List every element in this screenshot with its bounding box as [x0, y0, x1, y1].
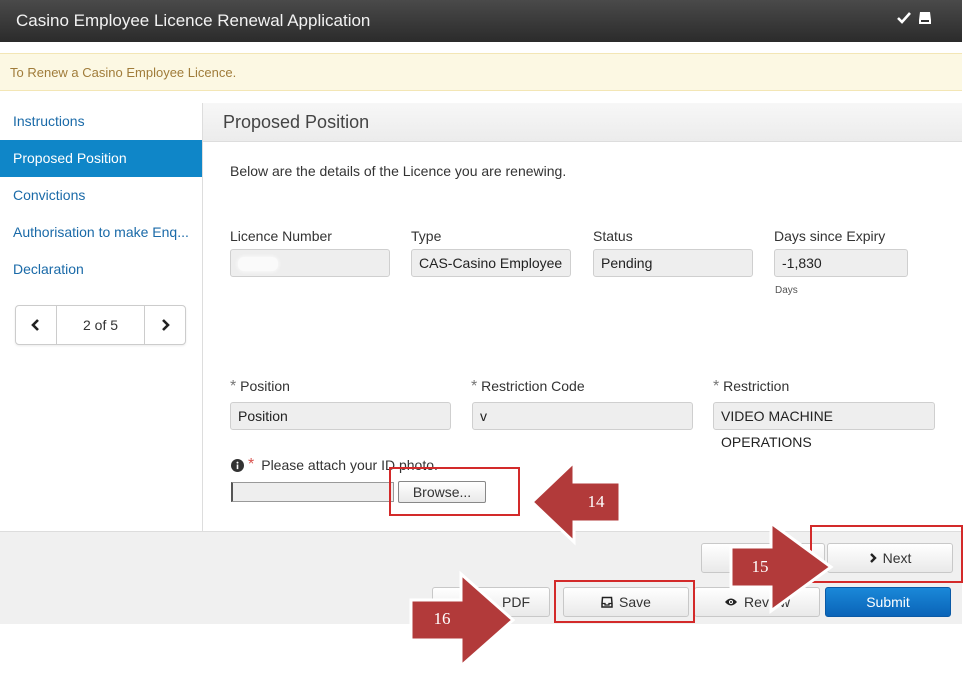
position-label: * Position: [230, 378, 290, 396]
restriction-code-label: * Restriction Code: [471, 378, 585, 396]
restriction-label-text: Restriction: [723, 378, 790, 394]
next-step-button[interactable]: [145, 306, 185, 344]
status-field: Pending: [593, 249, 753, 277]
restriction-code-label-text: Restriction Code: [481, 378, 585, 394]
callout-arrow-14: 14: [528, 458, 624, 546]
sidebar-item-instructions[interactable]: Instructions: [0, 103, 202, 140]
days-since-expiry-field: -1,830: [774, 249, 908, 277]
step-indicator: 2 of 5: [56, 306, 145, 344]
chevron-right-icon: [162, 319, 170, 331]
sidebar-item-convictions[interactable]: Convictions: [0, 177, 202, 214]
required-asterisk: *: [230, 378, 237, 395]
position-label-text: Position: [240, 378, 290, 394]
callout-number: 15: [751, 557, 769, 576]
file-path-field[interactable]: [231, 482, 394, 502]
redacted-blur: [238, 257, 278, 272]
licence-number-label: Licence Number: [230, 228, 332, 244]
callout-number: 16: [433, 609, 451, 628]
step-pager: 2 of 5: [15, 305, 186, 345]
highlight-box-save: [554, 580, 695, 623]
type-field: CAS-Casino Employee: [411, 249, 571, 277]
status-label: Status: [593, 228, 633, 244]
previous-step-button[interactable]: [16, 306, 56, 344]
restriction-label: * Restriction: [713, 378, 789, 396]
required-asterisk: *: [713, 378, 720, 395]
alert-text: To Renew a Casino Employee Licence.: [10, 65, 237, 80]
restriction-input[interactable]: VIDEO MACHINE OPERATIONS: [713, 402, 935, 450]
position-input[interactable]: Position: [230, 402, 451, 430]
checkmark-icon[interactable]: [896, 10, 912, 29]
days-unit-label: Days: [775, 285, 798, 296]
panel-title: Proposed Position: [203, 103, 962, 142]
callout-arrow-15: 15: [729, 519, 835, 615]
type-label: Type: [411, 228, 442, 244]
titlebar-icons: [896, 10, 932, 29]
chevron-left-icon: [31, 319, 39, 331]
callout-number: 14: [587, 492, 605, 511]
info-alert: To Renew a Casino Employee Licence.: [0, 53, 962, 91]
sidebar-item-proposed-position[interactable]: Proposed Position: [0, 140, 202, 177]
intro-text: Below are the details of the Licence you…: [230, 163, 567, 179]
sidebar-nav: Instructions Proposed Position Convictio…: [0, 103, 202, 288]
info-circle-icon[interactable]: [231, 458, 244, 472]
days-since-expiry-label: Days since Expiry: [774, 228, 886, 244]
inbox-icon[interactable]: [918, 10, 932, 29]
required-asterisk: *: [471, 378, 478, 395]
required-asterisk: *: [248, 456, 255, 473]
callout-arrow-16: 16: [409, 570, 517, 670]
licence-number-field: [230, 249, 390, 277]
submit-button[interactable]: Submit: [825, 587, 951, 617]
restriction-code-input[interactable]: v: [472, 402, 693, 430]
window-titlebar: Casino Employee Licence Renewal Applicat…: [0, 0, 962, 42]
window-title: Casino Employee Licence Renewal Applicat…: [16, 11, 371, 30]
highlight-box-browse: [389, 467, 520, 516]
sidebar-item-authorisation[interactable]: Authorisation to make Enq...: [0, 214, 202, 251]
sidebar-item-declaration[interactable]: Declaration: [0, 251, 202, 288]
